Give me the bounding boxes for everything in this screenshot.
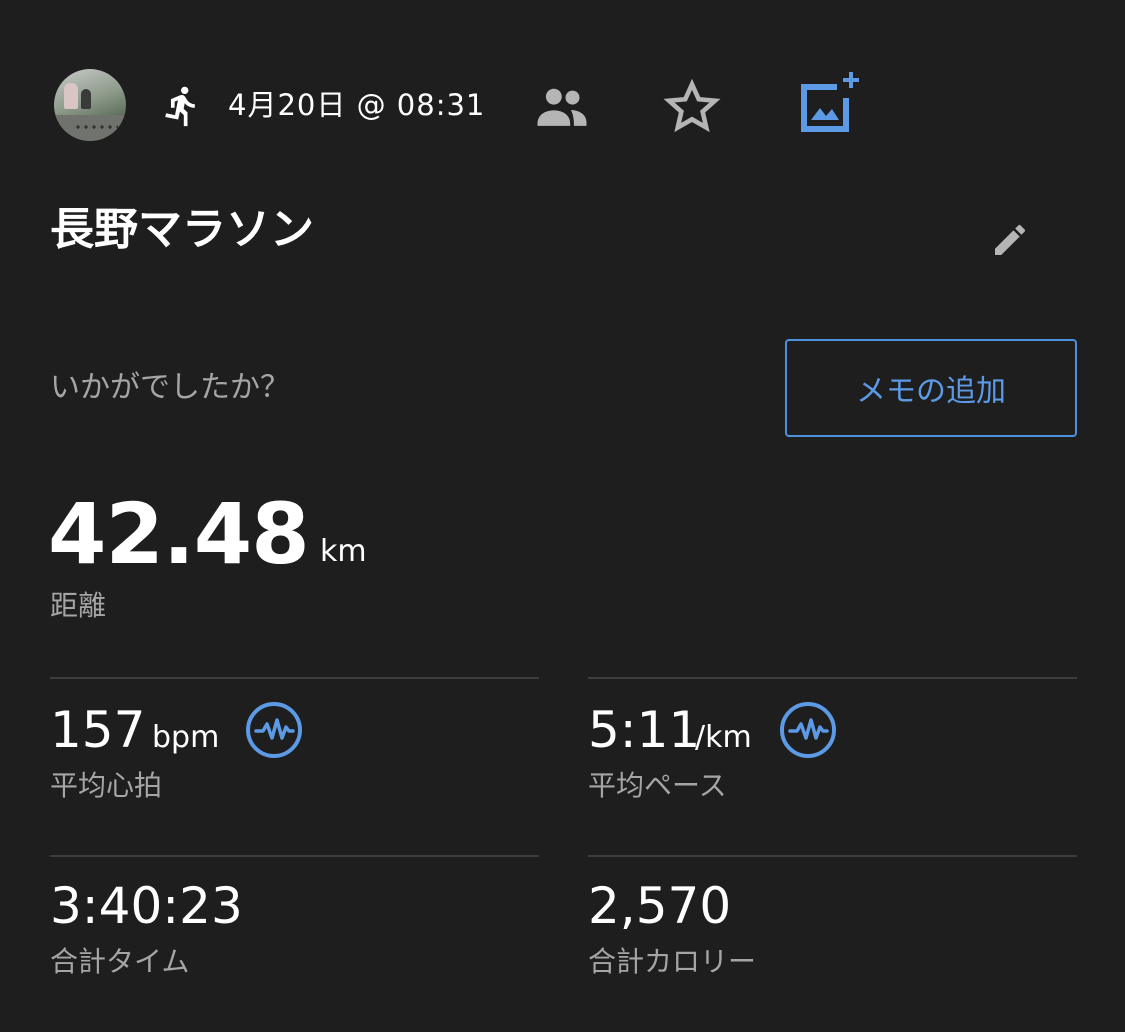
avg-pace-value: 5:11 [588,701,701,759]
add-photo-icon[interactable] [795,70,861,136]
add-memo-button[interactable]: メモの追加 [785,339,1077,437]
divider [50,677,539,679]
people-icon[interactable] [534,84,590,128]
avg-heart-rate-label: 平均心拍 [50,769,163,802]
divider [50,855,539,857]
avatar[interactable] [54,69,126,141]
total-time-value: 3:40:23 [50,877,243,935]
activity-title[interactable]: 長野マラソン [50,198,314,262]
divider [588,677,1077,679]
divider [588,855,1077,857]
avg-heart-rate-unit: bpm [152,720,220,755]
distance-value: 42.48 [48,485,310,583]
running-icon [160,84,204,128]
avg-pace-unit: /km [695,720,752,755]
total-calories-value: 2,570 [588,877,732,935]
total-time-label: 合計タイム [50,945,190,978]
distance-unit: km [320,534,367,569]
total-calories-label: 合計カロリー [588,945,757,978]
pace-wave-icon[interactable] [778,700,838,760]
heart-rate-wave-icon[interactable] [244,700,304,760]
pencil-icon[interactable] [990,220,1030,260]
avg-heart-rate-value: 157 [50,701,146,759]
star-icon[interactable] [662,78,722,136]
distance-label: 距離 [50,589,107,622]
activity-date-time: 4月20日 @ 08:31 [228,88,486,122]
feeling-prompt: いかがでしたか？ [50,370,290,405]
avg-pace-label: 平均ペース [588,769,727,802]
